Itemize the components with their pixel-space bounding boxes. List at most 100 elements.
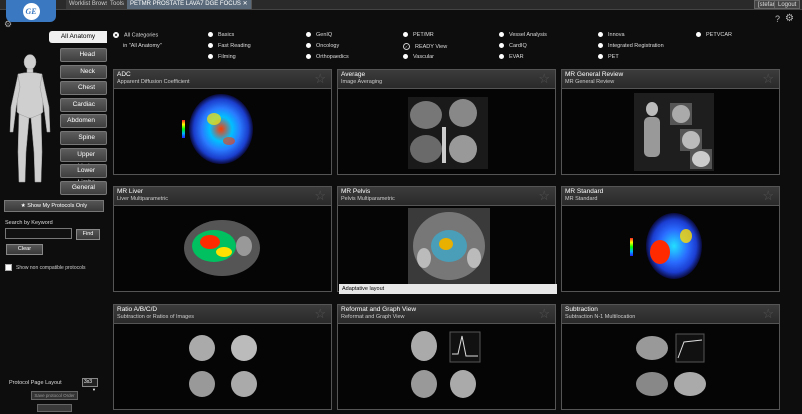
radio-icon xyxy=(306,43,311,49)
tab-tools[interactable]: Tools xyxy=(107,0,129,9)
anatomy-general-button[interactable]: General xyxy=(60,181,107,195)
radio-icon xyxy=(208,43,213,49)
search-input[interactable] xyxy=(5,228,72,239)
anatomy-head-button[interactable]: Head xyxy=(60,48,107,62)
reformat-image xyxy=(411,331,481,398)
filter-all-categories-sub: in "All Anatomy" xyxy=(123,43,162,49)
favorite-star-icon[interactable]: ☆ xyxy=(762,72,774,85)
filter-label: Vessel Analysis xyxy=(509,32,547,38)
protocol-card-reformat-graph[interactable]: Reformat and Graph View Reformat and Gra… xyxy=(337,304,556,410)
favorite-star-icon[interactable]: ☆ xyxy=(538,307,550,320)
radio-icon xyxy=(403,54,408,60)
favorite-star-icon[interactable]: ☆ xyxy=(314,72,326,85)
checkbox-icon xyxy=(5,264,12,271)
filter-pet[interactable]: PET xyxy=(598,54,619,60)
chevron-down-icon: ▼ xyxy=(92,387,96,392)
filter-label: Filming xyxy=(218,54,236,60)
show-compatible-toggle[interactable]: Show non compatible protocols xyxy=(5,264,86,271)
save-protocol-order-button[interactable]: Save protocol Order xyxy=(31,391,78,400)
radio-icon xyxy=(403,32,408,38)
logout-button[interactable]: Logout xyxy=(774,0,801,9)
filter-all-categories[interactable]: All Categories xyxy=(113,32,158,38)
color-scale xyxy=(182,120,185,138)
favorite-star-icon[interactable]: ☆ xyxy=(762,307,774,320)
page-layout-select[interactable]: 3x3 ▼ xyxy=(82,378,98,392)
radio-selected-icon xyxy=(113,32,119,38)
filter-vessel-analysis[interactable]: Vessel Analysis xyxy=(499,32,547,38)
find-button[interactable]: Find xyxy=(76,229,100,240)
clear-button[interactable]: Clear xyxy=(6,244,43,255)
filter-basics[interactable]: Basics xyxy=(208,32,234,38)
protocol-card-mr-liver[interactable]: MR Liver Liver Multiparametric ☆ xyxy=(113,186,332,292)
show-my-protocols-button[interactable]: ★ Show My Protocols Only xyxy=(4,200,104,212)
favorite-star-icon[interactable]: ☆ xyxy=(538,189,550,202)
card-header: MR Standard MR Standard ☆ xyxy=(562,187,779,206)
protocol-card-mr-standard[interactable]: MR Standard MR Standard ☆ xyxy=(561,186,780,292)
favorite-star-icon[interactable]: ☆ xyxy=(762,189,774,202)
filter-orthopaedics[interactable]: Orthopaedics xyxy=(306,54,349,60)
anatomy-upper-limbs-button[interactable]: Upper Limbs xyxy=(60,148,107,170)
protocol-card-ratio[interactable]: Ratio A/B/C/D Subtraction or Ratios of I… xyxy=(113,304,332,410)
filter-innova[interactable]: Innova xyxy=(598,32,625,38)
radio-icon xyxy=(208,54,213,60)
card-subtitle: Pelvis Multiparametric xyxy=(341,196,395,202)
filter-oncology[interactable]: Oncology xyxy=(306,43,339,49)
protocol-card-adc[interactable]: ADC Apparent Diffusion Coefficient ☆ xyxy=(113,69,332,175)
filter-fast-reading[interactable]: Fast Reading xyxy=(208,43,251,49)
protocol-card-mr-pelvis[interactable]: MR Pelvis Pelvis Multiparametric ☆ Adapt… xyxy=(337,186,557,294)
anatomy-spine-button[interactable]: Spine xyxy=(60,131,107,145)
radio-icon xyxy=(598,54,603,60)
settings-icon[interactable]: ⚙ xyxy=(785,13,794,24)
filter-pet-mr[interactable]: PET/MR xyxy=(403,32,434,38)
filter-label: CardIQ xyxy=(509,43,527,49)
card-thumbnail xyxy=(562,89,779,174)
anatomy-lower-limbs-button[interactable]: Lower Limbs xyxy=(60,164,107,186)
general-review-image xyxy=(634,93,714,171)
card-thumbnail xyxy=(562,206,779,291)
protocol-card-subtraction[interactable]: Subtraction Subtraction N-1 Multilocatio… xyxy=(561,304,780,410)
card-subtitle: Reformat and Graph View xyxy=(341,314,405,320)
body-figure-icon[interactable] xyxy=(5,52,55,187)
anatomy-abdomen-button[interactable]: Abdomen xyxy=(60,114,107,128)
card-title: Reformat and Graph View xyxy=(341,306,417,313)
tab-active-label: PETMR PROSTATE LAVA7 DGE FOCUS xyxy=(130,1,241,7)
show-my-label: Show My Protocols Only xyxy=(27,203,88,209)
filter-label: Oncology xyxy=(316,43,340,49)
close-icon[interactable]: ✕ xyxy=(243,1,248,7)
filter-cardiq[interactable]: CardIQ xyxy=(499,43,527,49)
page-layout-label: Protocol Page Layout xyxy=(9,380,62,386)
card-thumbnail: Adaptative layout xyxy=(338,206,557,294)
protocol-card-average[interactable]: Average Image Averaging ☆ xyxy=(337,69,556,175)
card-title: MR Liver xyxy=(117,188,144,195)
filter-filming[interactable]: Filming xyxy=(208,54,236,60)
filter-integrated-registration[interactable]: Integrated Registration xyxy=(598,43,664,49)
bottom-button[interactable] xyxy=(37,404,72,412)
filter-label: Integrated Registration xyxy=(608,43,664,49)
filter-geniq[interactable]: GenIQ xyxy=(306,32,332,38)
subtraction-image xyxy=(636,333,706,396)
filter-label: Innova xyxy=(608,32,625,38)
protocol-card-mr-general-review[interactable]: MR General Review MR General Review ☆ xyxy=(561,69,780,175)
anatomy-chest-button[interactable]: Chest xyxy=(60,81,107,95)
favorite-star-icon[interactable]: ☆ xyxy=(314,307,326,320)
color-scale xyxy=(630,238,633,256)
filter-vascular[interactable]: Vascular xyxy=(403,54,434,60)
tab-all-anatomy[interactable]: All Anatomy xyxy=(49,31,107,43)
radio-icon xyxy=(598,43,603,49)
anatomy-neck-button[interactable]: Neck xyxy=(60,65,107,79)
filter-evar[interactable]: EVAR xyxy=(499,54,524,60)
card-title: MR General Review xyxy=(565,71,624,78)
favorite-star-icon[interactable]: ☆ xyxy=(314,189,326,202)
help-icon[interactable]: ? xyxy=(775,14,780,24)
filter-petvcar[interactable]: PETVCAR xyxy=(696,32,732,38)
anatomy-cardiac-button[interactable]: Cardiac xyxy=(60,98,107,112)
tab-active-exam[interactable]: PETMR PROSTATE LAVA7 DGE FOCUS ✕ xyxy=(127,0,252,9)
filter-ready-view[interactable]: ✓ READY View xyxy=(403,43,447,50)
star-icon: ★ xyxy=(20,203,26,209)
brain-adc-image xyxy=(189,94,253,164)
card-thumbnail xyxy=(338,324,555,409)
favorite-star-icon[interactable]: ☆ xyxy=(538,72,550,85)
card-title: Subtraction xyxy=(565,306,598,313)
radio-icon xyxy=(598,32,603,38)
filter-label: GenIQ xyxy=(316,32,333,38)
